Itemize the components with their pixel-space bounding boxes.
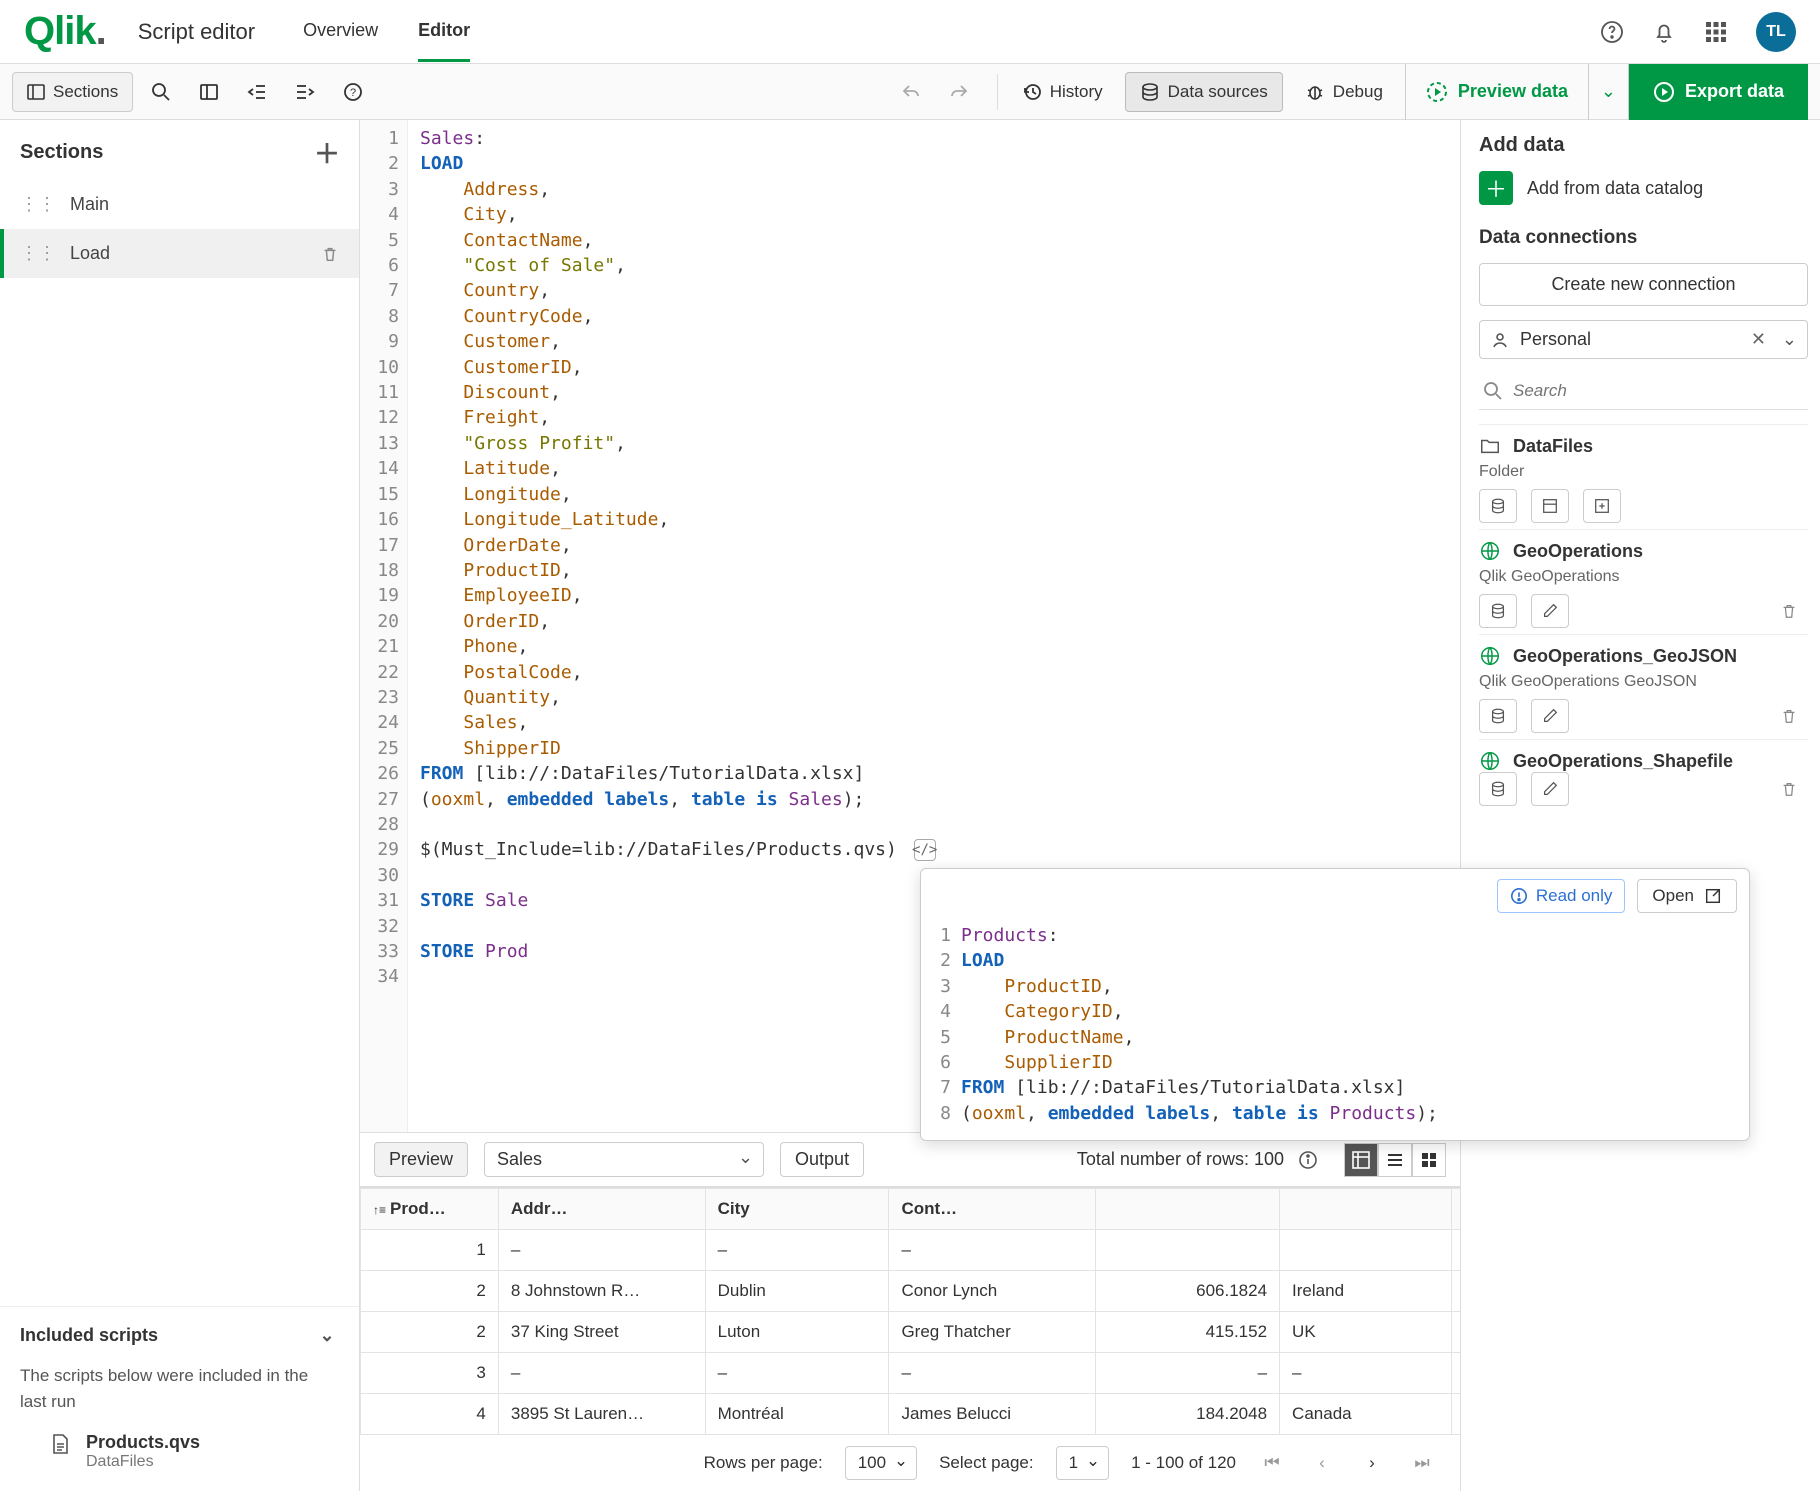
col-header[interactable]: [1096, 1189, 1280, 1230]
table-row[interactable]: 43895 St Lauren…MontréalJames Belucci184…: [361, 1394, 1461, 1435]
editor-gutter: 1234567891011121314151617181920212223242…: [360, 120, 408, 1132]
page-first-icon[interactable]: ⏮: [1258, 1453, 1286, 1473]
included-scripts-desc: The scripts below were included in the l…: [0, 1363, 359, 1432]
search-script-icon[interactable]: [141, 72, 181, 112]
include-preview-popup: Read only Open 12345678 Products: LOAD P…: [920, 868, 1750, 1141]
rows-info-icon[interactable]: [1296, 1148, 1320, 1172]
section-item-load[interactable]: ⋮⋮Load: [0, 229, 359, 278]
search-icon: [1483, 381, 1503, 401]
comment-icon[interactable]: [189, 72, 229, 112]
add-section-icon[interactable]: ＋: [315, 140, 339, 164]
col-header[interactable]: Addr…: [498, 1189, 705, 1230]
preview-data-button[interactable]: Preview data: [1405, 64, 1589, 120]
col-header[interactable]: City: [705, 1189, 889, 1230]
col-header[interactable]: ↑≡Prod…: [361, 1189, 499, 1230]
info-icon[interactable]: ?: [333, 72, 373, 112]
connection-search-input[interactable]: [1513, 381, 1804, 401]
col-header[interactable]: [1280, 1189, 1452, 1230]
page-last-icon[interactable]: ⏭: [1408, 1453, 1436, 1473]
edit-connection-icon[interactable]: [1531, 699, 1569, 733]
redo-icon[interactable]: [939, 72, 979, 112]
connection-item[interactable]: DataFiles Folder: [1479, 424, 1808, 529]
select-page-label: Select page:: [939, 1453, 1034, 1473]
create-connection-button[interactable]: Create new connection: [1479, 263, 1808, 306]
rows-per-page-label: Rows per page:: [704, 1453, 823, 1473]
data-sources-button[interactable]: Data sources: [1125, 72, 1283, 112]
drag-handle-icon[interactable]: ⋮⋮: [20, 194, 56, 215]
view-list-icon[interactable]: [1378, 1143, 1412, 1177]
rows-count-label: Total number of rows: 100: [1077, 1149, 1284, 1170]
delete-connection-icon[interactable]: [1770, 772, 1808, 806]
page-range: 1 - 100 of 120: [1131, 1453, 1236, 1473]
delete-connection-icon[interactable]: [1770, 699, 1808, 733]
connection-item[interactable]: GeoOperations_Shapefile: [1479, 739, 1808, 812]
debug-button[interactable]: Debug: [1291, 72, 1397, 112]
section-item-main[interactable]: ⋮⋮Main: [0, 180, 359, 229]
qlik-logo: Qlik.: [24, 9, 106, 54]
edit-connection-icon[interactable]: [1531, 772, 1569, 806]
svg-text:?: ?: [350, 87, 356, 99]
include-expand-icon[interactable]: </>: [914, 839, 936, 861]
select-data-icon[interactable]: [1479, 772, 1517, 806]
tab-overview[interactable]: Overview: [303, 2, 378, 62]
table-row[interactable]: 3––––––––––: [361, 1353, 1461, 1394]
connection-item[interactable]: GeoOperations Qlik GeoOperations: [1479, 529, 1808, 634]
add-data-title: Add data: [1479, 134, 1808, 157]
col-header[interactable]: [1452, 1189, 1460, 1230]
select-page-select[interactable]: 1: [1056, 1446, 1109, 1480]
select-data-icon[interactable]: [1479, 594, 1517, 628]
output-tab[interactable]: Output: [780, 1142, 864, 1177]
sections-toggle[interactable]: Sections: [12, 72, 133, 112]
preview-table[interactable]: ↑≡Prod…Addr…CityCont…Cust…Disco…Frei1–––…: [360, 1188, 1460, 1435]
drag-handle-icon[interactable]: ⋮⋮: [20, 243, 56, 264]
clear-space-icon[interactable]: ✕: [1751, 329, 1766, 350]
page-prev-icon[interactable]: ‹: [1308, 1453, 1336, 1473]
edit-connection-icon[interactable]: [1531, 594, 1569, 628]
tab-editor[interactable]: Editor: [418, 2, 470, 62]
included-scripts-title: Included scripts: [20, 1325, 158, 1346]
delete-connection-icon[interactable]: [1770, 594, 1808, 628]
chevron-down-icon[interactable]: ⌄: [1782, 329, 1797, 350]
chevron-down-icon[interactable]: ⌄: [315, 1323, 339, 1347]
plus-icon: ＋: [1479, 171, 1513, 205]
preview-table-select[interactable]: Sales: [484, 1142, 764, 1177]
more-icon[interactable]: [1583, 489, 1621, 523]
data-connections-title: Data connections: [1479, 227, 1808, 249]
add-from-catalog[interactable]: ＋ Add from data catalog: [1479, 171, 1808, 205]
help-icon[interactable]: [1600, 20, 1624, 44]
sections-toggle-label: Sections: [53, 82, 118, 102]
app-title: Script editor: [138, 19, 255, 45]
table-row[interactable]: 28 Johnstown R…DublinConor Lynch606.1824…: [361, 1271, 1461, 1312]
col-header[interactable]: Cont…: [889, 1189, 1096, 1230]
table-row[interactable]: 237 King StreetLutonGreg Thatcher415.152…: [361, 1312, 1461, 1353]
rows-per-page-select[interactable]: 100: [845, 1446, 917, 1480]
apps-grid-icon[interactable]: [1704, 20, 1728, 44]
bell-icon[interactable]: [1652, 20, 1676, 44]
sections-title: Sections: [20, 141, 103, 164]
preview-dropdown-icon[interactable]: ⌄: [1589, 64, 1629, 120]
delete-section-icon[interactable]: [321, 245, 339, 263]
avatar[interactable]: TL: [1756, 12, 1796, 52]
outdent-icon[interactable]: [237, 72, 277, 112]
undo-icon[interactable]: [891, 72, 931, 112]
select-data-icon[interactable]: [1479, 699, 1517, 733]
view-table-icon[interactable]: [1344, 1143, 1378, 1177]
select-data-icon[interactable]: [1479, 489, 1517, 523]
history-button[interactable]: History: [1008, 72, 1117, 112]
page-next-icon[interactable]: ›: [1358, 1453, 1386, 1473]
space-chip[interactable]: Personal ✕ ⌄: [1479, 320, 1808, 359]
view-grid-icon[interactable]: [1412, 1143, 1446, 1177]
readonly-badge: Read only: [1497, 879, 1626, 913]
indent-icon[interactable]: [285, 72, 325, 112]
table-row[interactable]: 1–––––: [361, 1230, 1461, 1271]
insert-script-icon[interactable]: [1531, 489, 1569, 523]
preview-tab[interactable]: Preview: [374, 1142, 468, 1177]
script-file-icon: [48, 1432, 72, 1456]
open-script-button[interactable]: Open: [1637, 879, 1737, 913]
connection-item[interactable]: GeoOperations_GeoJSON Qlik GeoOperations…: [1479, 634, 1808, 739]
export-data-button[interactable]: Export data: [1629, 64, 1808, 120]
included-file[interactable]: Products.qvs DataFiles: [0, 1432, 359, 1491]
